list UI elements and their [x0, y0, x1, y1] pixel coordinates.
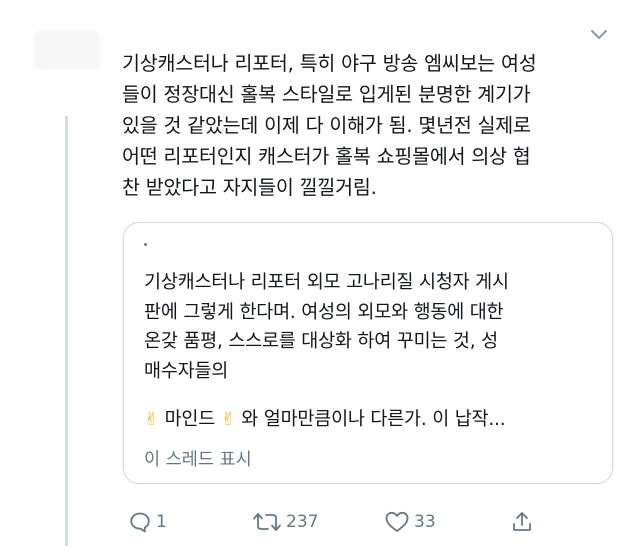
quoted-tweet-text: 기상캐스터나 리포터 외모 고나리질 시청자 게시 판에 그렇게 한다며. 여성… — [144, 272, 509, 382]
quote-mind-text: 마인드 — [158, 409, 221, 430]
reply-count: 1 — [156, 512, 167, 532]
show-thread-link[interactable]: 이 스레드 표시 — [144, 448, 252, 472]
like-button[interactable]: 33 — [384, 506, 436, 538]
share-icon — [510, 510, 534, 534]
retweet-icon — [252, 510, 282, 534]
retweet-button[interactable]: 237 — [252, 506, 318, 538]
like-count: 33 — [414, 512, 436, 532]
quote-author-dot — [144, 243, 147, 246]
retweet-count: 237 — [286, 512, 319, 532]
victory-hand-emoji-2: ✌ — [220, 409, 236, 430]
reply-button[interactable]: 1 — [128, 506, 167, 538]
reply-icon — [128, 510, 152, 534]
quote-rest-text: 와 얼마만큼이나 다른가. 이 납작... — [235, 409, 506, 430]
thread-line — [65, 116, 68, 546]
tweet-actions: 1 237 33 — [122, 506, 542, 538]
share-button[interactable] — [510, 506, 534, 538]
tweet-screen: 기상캐스터나 리포터, 특히 야구 방송 엠씨보는 여성 들이 정장대신 홀복 … — [0, 0, 640, 546]
chevron-down-icon[interactable] — [586, 22, 612, 48]
victory-hand-emoji: ✌ — [144, 409, 159, 430]
heart-icon — [384, 510, 410, 534]
quoted-tweet-last-line: ✌ 마인드 ✌ 와 얼마만큼이나 다른가. 이 납작... — [144, 405, 604, 434]
tweet-text: 기상캐스터나 리포터, 특히 야구 방송 엠씨보는 여성 들이 정장대신 홀복 … — [122, 52, 537, 199]
avatar[interactable] — [34, 30, 100, 70]
